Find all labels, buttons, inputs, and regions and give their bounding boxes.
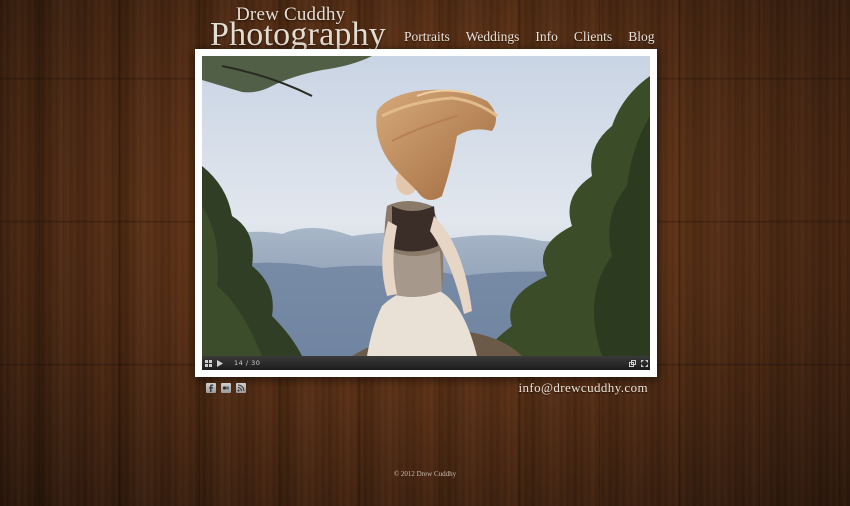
nav-clients[interactable]: Clients — [574, 29, 612, 45]
popout-icon[interactable] — [626, 357, 638, 369]
facebook-icon[interactable] — [206, 383, 216, 393]
fullscreen-icon[interactable] — [638, 357, 650, 369]
photo-woman-hair-mountains — [202, 56, 650, 356]
flickr-icon[interactable] — [221, 383, 231, 393]
rss-icon[interactable] — [236, 383, 246, 393]
thumbnails-grid-icon[interactable] — [202, 357, 214, 369]
footer-copyright: © 2012 Drew Cuddhy — [393, 470, 457, 478]
nav-blog[interactable]: Blog — [628, 29, 654, 45]
social-links — [206, 383, 246, 393]
slide-counter: 14 / 30 — [234, 359, 261, 367]
contact-email-link[interactable]: info@drewcuddhy.com — [518, 380, 648, 396]
play-icon[interactable] — [214, 357, 226, 369]
slideshow-controls: 14 / 30 — [202, 356, 650, 370]
slideshow-photo[interactable] — [202, 56, 650, 356]
nav-weddings[interactable]: Weddings — [466, 29, 520, 45]
slideshow-frame: 14 / 30 — [195, 49, 657, 377]
nav-portraits[interactable]: Portraits — [404, 29, 450, 45]
main-nav: Portraits Weddings Info Clients Blog — [404, 29, 670, 45]
nav-info[interactable]: Info — [535, 29, 558, 45]
